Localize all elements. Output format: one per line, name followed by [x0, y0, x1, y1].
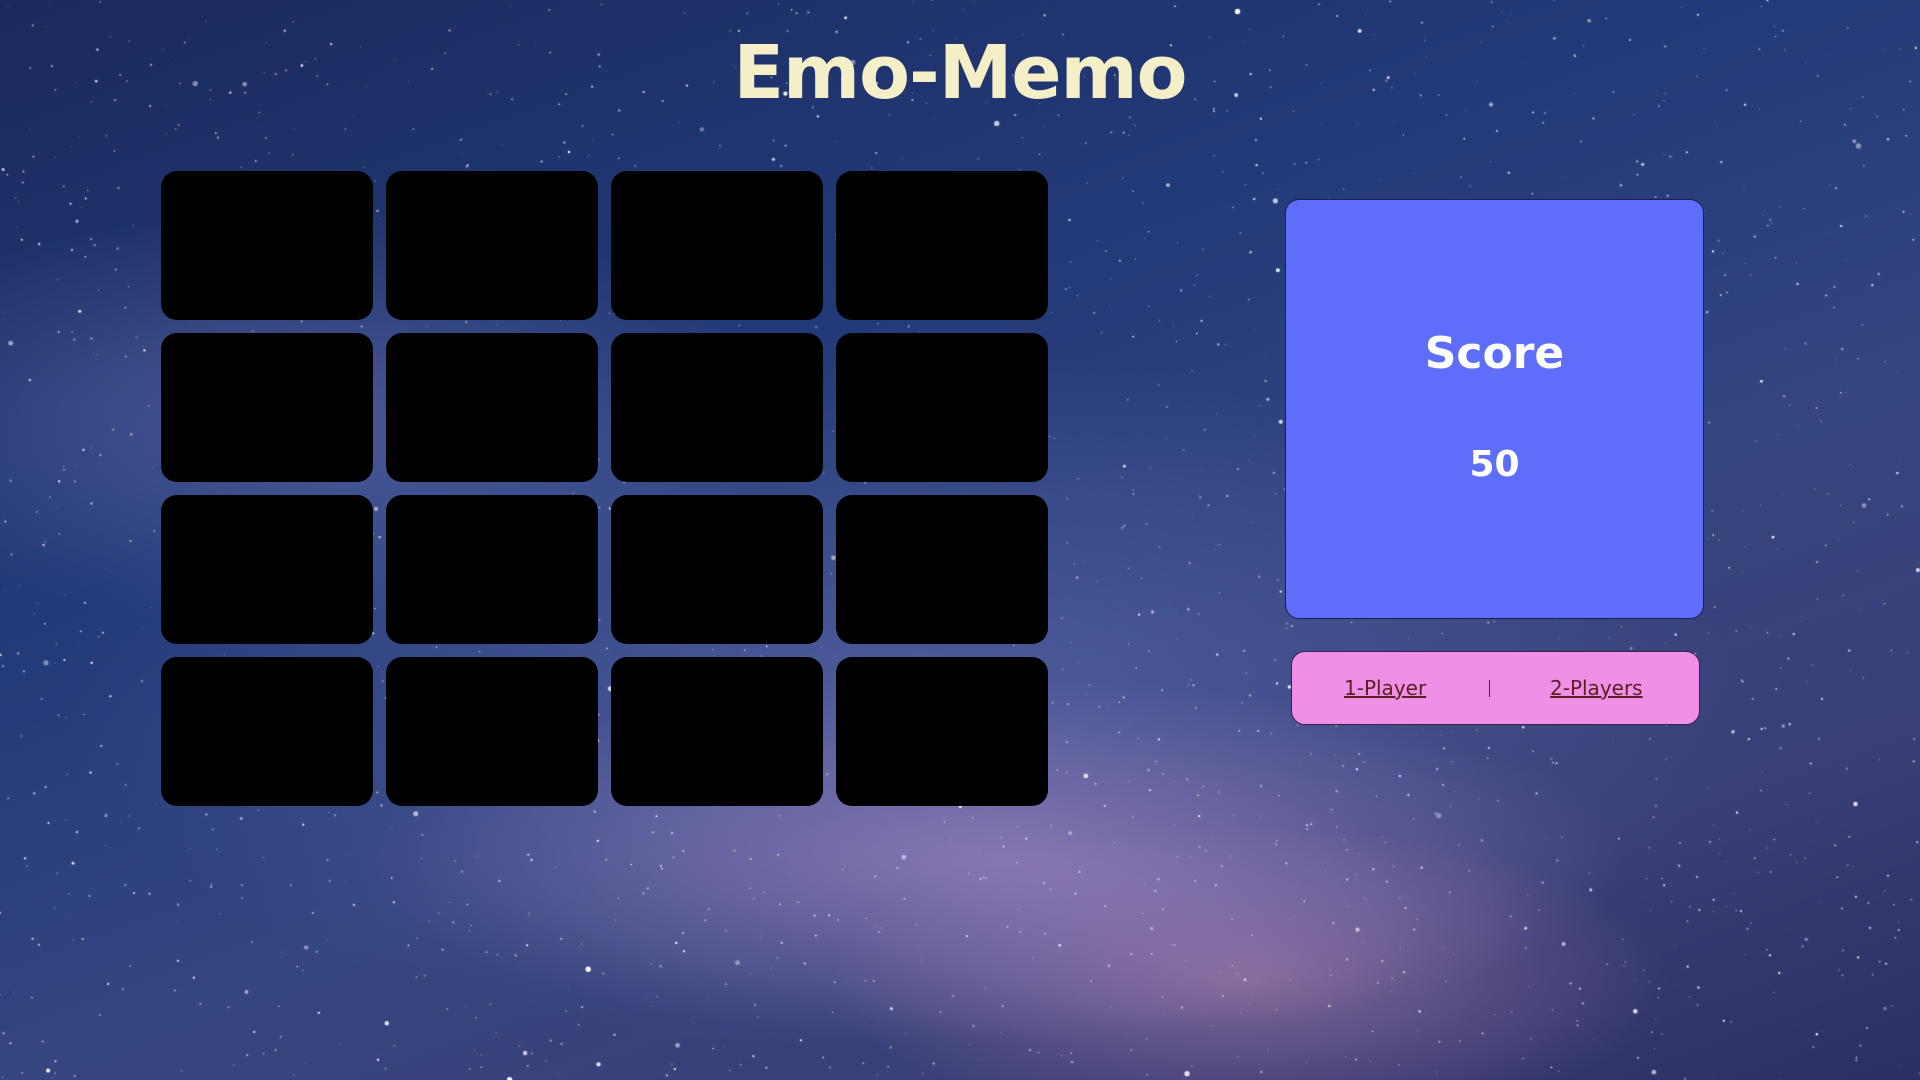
- score-panel: Score 50: [1285, 199, 1704, 619]
- memory-card[interactable]: [836, 333, 1048, 482]
- memory-card[interactable]: [386, 171, 598, 320]
- memory-card[interactable]: [611, 657, 823, 806]
- memory-card[interactable]: [836, 171, 1048, 320]
- memory-board: [161, 171, 1049, 808]
- memory-card[interactable]: [161, 333, 373, 482]
- memory-card[interactable]: [386, 333, 598, 482]
- memory-card[interactable]: [386, 657, 598, 806]
- mode-divider: [1489, 680, 1490, 697]
- memory-card[interactable]: [611, 333, 823, 482]
- one-player-link[interactable]: 1-Player: [1344, 652, 1426, 724]
- memory-card[interactable]: [161, 171, 373, 320]
- memory-card[interactable]: [836, 657, 1048, 806]
- memory-card[interactable]: [611, 171, 823, 320]
- memory-card[interactable]: [611, 495, 823, 644]
- score-value: 50: [1469, 444, 1520, 485]
- two-players-link[interactable]: 2-Players: [1550, 652, 1643, 724]
- player-mode-bar: 1-Player 2-Players: [1291, 651, 1700, 725]
- memory-card[interactable]: [161, 495, 373, 644]
- score-label: Score: [1424, 328, 1565, 379]
- game-title: Emo-Memo: [733, 30, 1188, 116]
- memory-card[interactable]: [386, 495, 598, 644]
- memory-card[interactable]: [161, 657, 373, 806]
- memory-card[interactable]: [836, 495, 1048, 644]
